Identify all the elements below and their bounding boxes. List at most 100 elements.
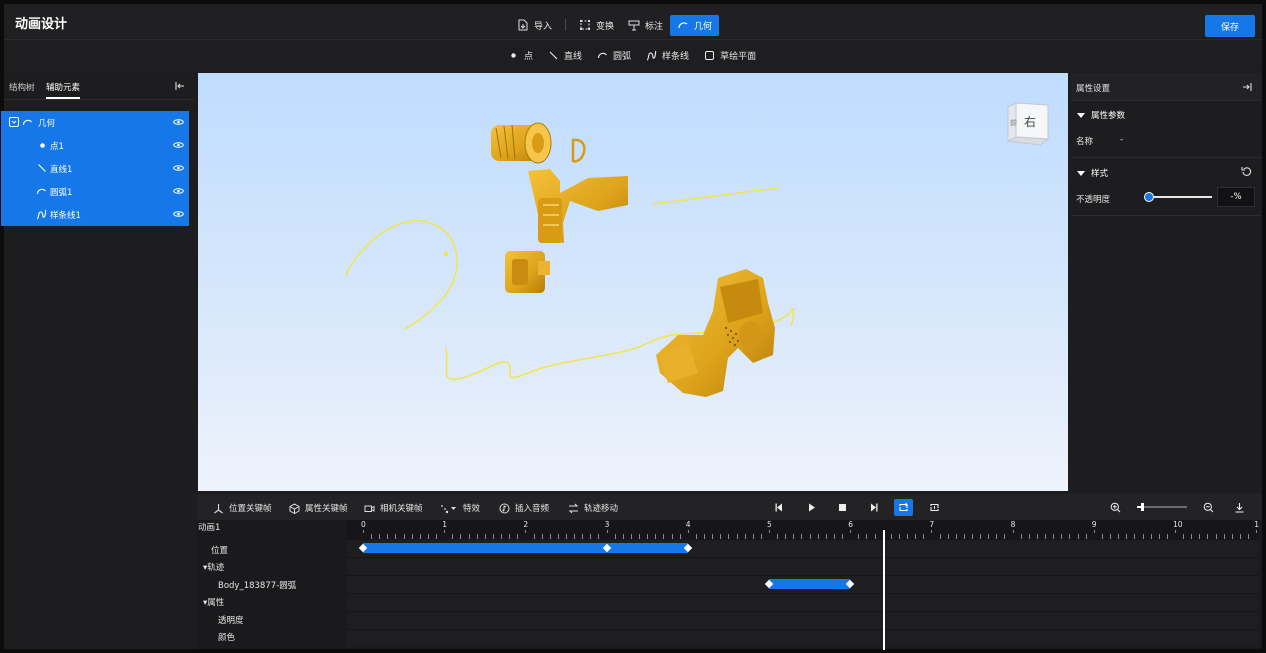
loop-toggle[interactable] xyxy=(894,499,913,516)
line-curve[interactable] xyxy=(652,187,779,205)
play-icon[interactable] xyxy=(806,502,817,513)
sketch-plane-button[interactable]: 草绘平面 xyxy=(704,49,756,62)
tree-item-geometry[interactable]: 几何 xyxy=(1,111,189,134)
track-row-color[interactable] xyxy=(347,630,1259,647)
tree-item-spline1[interactable]: 样条线1 xyxy=(1,203,189,226)
position-keyframe-button[interactable]: 位置关键帧 xyxy=(213,502,272,514)
tree-item-line1[interactable]: 直线1 xyxy=(1,157,189,180)
eye-icon[interactable] xyxy=(173,187,184,195)
model-part-block[interactable] xyxy=(505,251,550,293)
camera-icon xyxy=(364,505,375,512)
tree-item-arc1[interactable]: 圆弧1 xyxy=(1,180,189,203)
model-part-assembly[interactable] xyxy=(656,269,775,397)
active-tab-indicator xyxy=(46,97,80,99)
property-keyframe-button[interactable]: 属性关键帧 xyxy=(289,502,348,514)
zoom-in-icon[interactable] xyxy=(1110,502,1121,513)
keyframe-track-bar[interactable] xyxy=(363,543,688,553)
track-move-button[interactable]: 轨迹移动 xyxy=(568,502,618,514)
tab-structure-tree[interactable]: 结构树 xyxy=(9,81,35,93)
model-part-bracket[interactable] xyxy=(528,169,628,243)
zoom-out-icon[interactable] xyxy=(1203,502,1214,513)
model-part-cylinder[interactable] xyxy=(491,122,552,164)
spline-curve[interactable] xyxy=(345,220,458,330)
opacity-slider-track[interactable] xyxy=(1148,196,1212,198)
row-label-transparency[interactable]: 透明度 xyxy=(218,614,244,626)
ruler-tick xyxy=(825,534,827,539)
download-icon[interactable] xyxy=(1234,502,1245,513)
eye-icon[interactable] xyxy=(173,141,184,149)
row-label-properties[interactable]: ▾属性 xyxy=(203,596,224,608)
ruler-tick xyxy=(1069,534,1071,539)
tree-item-label: 圆弧1 xyxy=(50,187,73,198)
sketch-plane-label: 草绘平面 xyxy=(720,52,757,62)
tab-auxiliary-elements[interactable]: 辅助元素 xyxy=(46,81,80,93)
playhead[interactable] xyxy=(882,530,885,650)
transform-button[interactable]: 变换 xyxy=(572,15,621,36)
effects-dropdown-icon xyxy=(441,504,456,513)
row-label-position[interactable]: 位置 xyxy=(211,544,228,556)
collapse-toggle-icon[interactable] xyxy=(9,117,19,127)
params-section-title[interactable]: 属性参数 xyxy=(1077,109,1125,121)
eye-icon[interactable] xyxy=(173,118,184,126)
geometry-button[interactable]: 几何 xyxy=(670,14,720,36)
step-back-icon[interactable] xyxy=(774,502,785,513)
point-tool-button[interactable]: 点 xyxy=(508,49,533,62)
ruler-tick xyxy=(1166,534,1168,539)
arc-tool-button[interactable]: 圆弧 xyxy=(597,49,631,62)
eye-icon[interactable] xyxy=(173,164,184,172)
camera-keyframe-button[interactable]: 相机关键帧 xyxy=(364,502,423,514)
row-label-color[interactable]: 颜色 xyxy=(218,631,235,643)
right-panel: 属性设置 属性参数 名称 - 样式 不透明度 xyxy=(1071,73,1262,491)
import-button[interactable]: 导入 xyxy=(510,15,559,36)
ruler-tick xyxy=(1248,534,1250,539)
model-part-clip[interactable] xyxy=(571,138,586,163)
point-marker[interactable] xyxy=(443,251,449,257)
annotate-button[interactable]: 标注 xyxy=(621,15,670,36)
ruler-tick xyxy=(639,534,641,539)
timeline-tracks[interactable]: 0 1 2 3 4 5 6 7 8 9 10 1 xyxy=(347,520,1259,647)
reset-icon[interactable] xyxy=(1241,166,1252,177)
track-row-trajectory[interactable] xyxy=(347,558,1259,575)
effects-button[interactable]: 特效 xyxy=(440,502,480,514)
cube-icon xyxy=(289,502,300,514)
keyframe-track-bar[interactable] xyxy=(769,579,851,589)
view-cube[interactable]: 前 右 xyxy=(1004,101,1052,149)
tree-item-point1[interactable]: 点1 xyxy=(1,134,189,157)
row-label-trajectory[interactable]: ▾轨迹 xyxy=(203,561,224,573)
step-forward-icon[interactable] xyxy=(868,502,879,513)
point-icon xyxy=(511,53,516,58)
ruler-tick xyxy=(1053,534,1055,539)
ruler-tick xyxy=(931,530,933,533)
ruler-tick xyxy=(1150,534,1152,539)
line-tool-button[interactable]: 直线 xyxy=(548,49,582,62)
ruler-tick xyxy=(1093,530,1095,533)
ruler-tick xyxy=(915,534,917,539)
name-value: - xyxy=(1120,135,1124,145)
left-tabs: 结构树 辅助元素 xyxy=(4,72,194,100)
loop-once-icon[interactable] xyxy=(929,502,940,513)
insert-audio-button[interactable]: 插入音频 xyxy=(499,502,549,514)
point-icon xyxy=(40,143,45,148)
ruler-tick xyxy=(1191,534,1193,539)
arc-icon xyxy=(678,22,688,29)
track-row-transparency[interactable] xyxy=(347,612,1259,629)
collapse-right-icon[interactable] xyxy=(1241,81,1253,93)
zoom-slider-handle[interactable] xyxy=(1141,503,1144,511)
axes-icon xyxy=(214,503,223,513)
spline-tool-button[interactable]: 样条线 xyxy=(646,49,689,62)
scene-canvas[interactable] xyxy=(198,73,1068,491)
zoom-slider-track[interactable] xyxy=(1137,506,1187,508)
track-row-properties[interactable] xyxy=(347,594,1259,611)
timeline-ruler[interactable]: 0 1 2 3 4 5 6 7 8 9 10 1 xyxy=(347,520,1259,540)
style-section-title[interactable]: 样式 xyxy=(1077,167,1108,179)
eye-icon[interactable] xyxy=(173,210,184,218)
properties-title: 属性设置 xyxy=(1076,84,1111,94)
collapse-left-icon[interactable] xyxy=(174,80,186,92)
opacity-input[interactable]: -% xyxy=(1217,187,1255,207)
stop-icon[interactable] xyxy=(837,502,848,513)
3d-viewport[interactable]: 前 右 xyxy=(198,73,1068,491)
opacity-slider-handle[interactable] xyxy=(1144,192,1154,202)
arc-icon xyxy=(597,52,607,59)
save-button[interactable]: 保存 xyxy=(1205,15,1255,37)
row-label-body-arc[interactable]: Body_183877-圆弧 xyxy=(218,579,296,591)
